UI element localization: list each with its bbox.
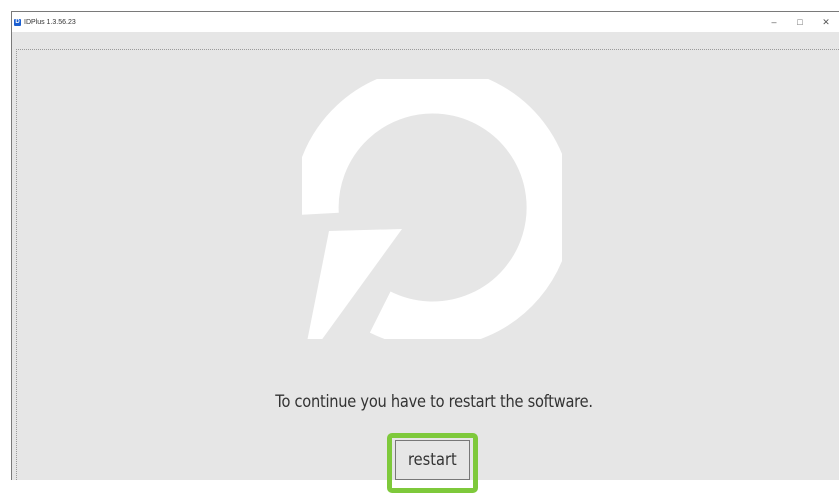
window-controls: – □ ✕: [761, 12, 839, 32]
window-title: IDPlus 1.3.56.23: [24, 18, 76, 26]
restart-button[interactable]: restart: [395, 440, 470, 480]
app-icon: D: [14, 18, 21, 26]
title-bar[interactable]: D IDPlus 1.3.56.23 – □ ✕: [12, 12, 839, 32]
minimize-button[interactable]: –: [761, 12, 787, 32]
maximize-button[interactable]: □: [787, 12, 813, 32]
close-button[interactable]: ✕: [813, 12, 839, 32]
restart-icon: [302, 79, 562, 339]
restart-message: To continue you have to restart the soft…: [275, 392, 593, 412]
restart-button-label: restart: [408, 450, 457, 470]
app-window: D IDPlus 1.3.56.23 – □ ✕ To continue you…: [11, 11, 839, 493]
